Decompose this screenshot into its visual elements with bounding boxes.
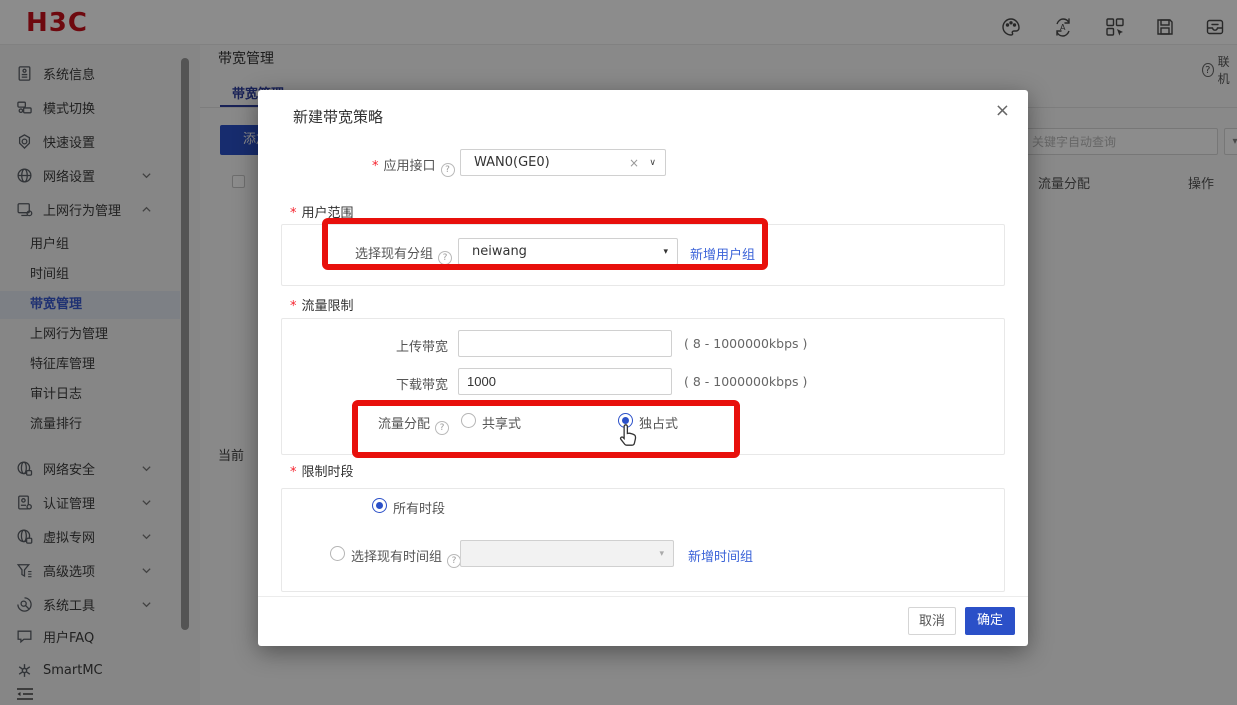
traffic-allocation-label: 流量分配? xyxy=(378,413,450,435)
time-group-select: ▾ xyxy=(460,540,674,567)
interface-select[interactable]: WAN0(GE0) × ∨ xyxy=(460,149,666,176)
modal-title: 新建带宽策略 xyxy=(293,108,384,126)
close-icon[interactable]: × xyxy=(995,102,1010,120)
existing-time-group-radio[interactable] xyxy=(330,546,345,561)
all-periods-radio[interactable] xyxy=(372,498,387,513)
select-caret-icon: ▾ xyxy=(659,548,664,559)
add-time-group-link[interactable]: 新增时间组 xyxy=(688,546,753,565)
time-limit-section-label: * 限制时段 xyxy=(290,465,354,480)
select-group-label: 选择现有分组? xyxy=(350,243,452,265)
modal-footer: 取消 确定 xyxy=(258,596,1028,646)
shared-mode-radio-label[interactable]: 共享式 xyxy=(482,413,521,432)
required-star: * xyxy=(372,159,379,174)
download-bandwidth-label: 下载带宽 xyxy=(395,378,448,393)
interface-field-label: * 应用接口? xyxy=(372,155,455,177)
help-icon[interactable]: ? xyxy=(435,421,450,435)
new-bandwidth-policy-modal: 新建带宽策略 × * 应用接口? WAN0(GE0) × ∨ * 用户范围 选择现有… xyxy=(258,90,1028,646)
user-scope-section-label: * 用户范围 xyxy=(290,206,354,221)
add-user-group-link[interactable]: 新增用户组 xyxy=(690,244,755,263)
traffic-limit-section-label: * 流量限制 xyxy=(290,299,354,314)
required-star: * xyxy=(290,465,297,480)
user-group-select[interactable]: neiwang ▾ xyxy=(458,238,678,265)
confirm-button[interactable]: 确定 xyxy=(965,607,1015,635)
chevron-down-icon: ∨ xyxy=(649,157,656,168)
clear-icon[interactable]: × xyxy=(629,156,639,170)
exclusive-mode-radio-label[interactable]: 独占式 xyxy=(639,413,678,432)
exclusive-mode-radio[interactable] xyxy=(618,413,633,428)
help-icon[interactable]: ? xyxy=(440,163,455,177)
shared-mode-radio[interactable] xyxy=(461,413,476,428)
help-icon[interactable]: ? xyxy=(447,554,462,568)
download-bandwidth-hint: ( 8 - 1000000kbps ) xyxy=(684,374,808,389)
required-star: * xyxy=(290,299,297,314)
cancel-button[interactable]: 取消 xyxy=(908,607,956,635)
all-periods-radio-label[interactable]: 所有时段 xyxy=(393,498,445,517)
existing-time-group-radio-label[interactable]: 选择现有时间组? xyxy=(351,546,462,568)
user-group-select-value: neiwang xyxy=(472,244,527,259)
interface-select-value: WAN0(GE0) xyxy=(474,155,550,170)
download-bandwidth-input[interactable] xyxy=(458,368,672,395)
help-icon[interactable]: ? xyxy=(438,251,452,265)
upload-bandwidth-hint: ( 8 - 1000000kbps ) xyxy=(684,336,808,351)
select-caret-icon: ▾ xyxy=(663,246,668,257)
required-star: * xyxy=(290,206,297,221)
upload-bandwidth-label: 上传带宽 xyxy=(395,340,448,355)
upload-bandwidth-input[interactable] xyxy=(458,330,672,357)
page: H3C A 系统信息 模式切换 快速设置 网络设置 上网行为管理 用户组 时间组… xyxy=(0,0,1237,705)
